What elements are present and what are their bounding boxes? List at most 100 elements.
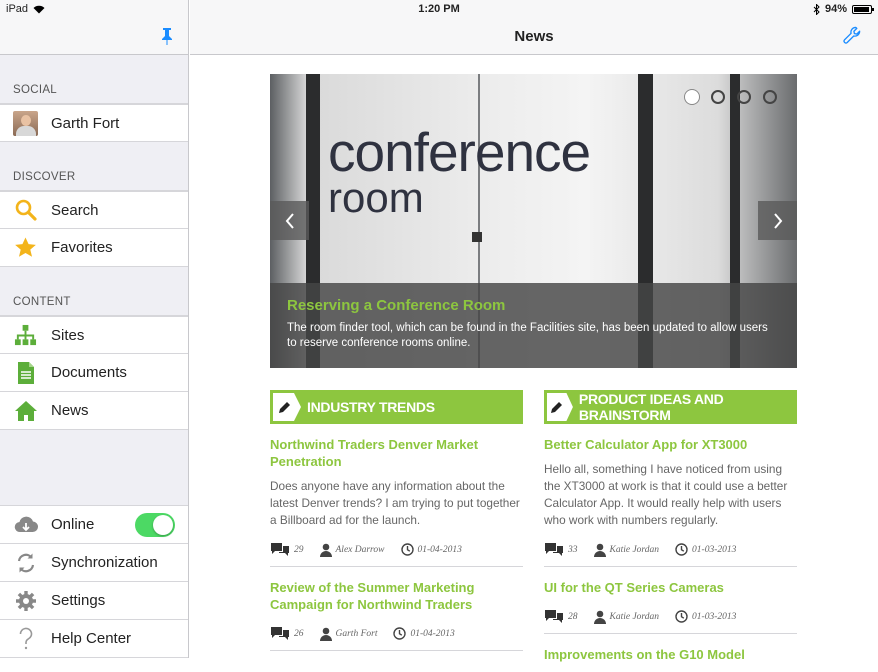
home-icon [13, 398, 38, 423]
sidebar-item-label: Online [51, 516, 95, 533]
sites-icon [13, 323, 38, 348]
user-icon [593, 610, 606, 624]
news-carousel[interactable]: conference room Reserving a Conference R… [270, 74, 797, 368]
article-date: 01-03-2013 [692, 544, 737, 555]
sidebar-item-label: News [51, 402, 89, 419]
pin-icon[interactable] [160, 27, 174, 45]
article-title[interactable]: Review of the Summer Marketing Campaign … [270, 579, 523, 613]
sidebar-item-garth-fort[interactable]: Garth Fort [0, 104, 188, 142]
wrench-icon[interactable] [843, 26, 862, 45]
article-title[interactable]: Northwind Traders Denver Market Penetrat… [270, 436, 523, 470]
column-banner[interactable]: PRODUCT IDEAS AND BRAINSTORM [544, 390, 797, 424]
page-title: News [514, 28, 554, 45]
article-date: 01-04-2013 [417, 544, 462, 555]
carousel-dot[interactable] [685, 90, 699, 104]
door-handle [472, 232, 482, 242]
carousel-dot[interactable] [737, 90, 751, 104]
battery-percent: 94% [824, 3, 847, 15]
article-meta: 33 Katie Jordan 01-03-2013 [544, 542, 797, 557]
article-meta: 29 Alex Darrow 01-04-2013 [270, 542, 523, 557]
comments-icon [545, 543, 563, 556]
document-icon [13, 360, 38, 385]
sidebar-item-label: Synchronization [51, 554, 158, 571]
online-toggle[interactable] [135, 512, 175, 537]
article-author: Katie Jordan [609, 611, 660, 622]
column-heading: PRODUCT IDEAS AND BRAINSTORM [578, 391, 724, 423]
list-item[interactable]: Northwind Traders Denver Market Penetrat… [270, 424, 523, 567]
article-title[interactable]: Improvements on the G10 Model [544, 646, 797, 663]
sidebar-item-label: Favorites [51, 239, 113, 256]
sidebar-item-label: Search [51, 201, 99, 219]
column-banner[interactable]: INDUSTRY TRENDS [270, 390, 523, 424]
clock-icon [400, 543, 414, 556]
sidebar-item-documents[interactable]: Documents [0, 354, 188, 392]
pencil-icon [273, 393, 301, 421]
user-icon [593, 543, 606, 557]
article-title[interactable]: UI for the QT Series Cameras [544, 579, 797, 596]
carousel-dot[interactable] [763, 90, 777, 104]
carousel-caption[interactable]: Reserving a Conference Room The room fin… [270, 283, 797, 368]
carousel-dot[interactable] [711, 90, 725, 104]
search-icon [13, 198, 38, 223]
sidebar-item-online[interactable]: Online [0, 506, 188, 544]
chevron-right-icon [773, 212, 782, 229]
cloud-icon [13, 512, 38, 537]
sidebar-item-label: Help Center [51, 630, 132, 647]
carousel-prev-button[interactable] [270, 201, 309, 240]
wifi-icon [33, 5, 45, 13]
article-meta: 28 Katie Jordan 01-03-2013 [544, 609, 797, 624]
gear-icon [13, 588, 38, 613]
section-label-discover: DISCOVER [13, 171, 76, 183]
sync-icon [13, 550, 38, 575]
carousel-sign-text: room [328, 174, 424, 221]
avatar [13, 110, 38, 136]
sidebar-item-label: Garth Fort [51, 114, 120, 132]
sidebar-item-sites[interactable]: Sites [0, 316, 188, 354]
clock-icon [393, 627, 407, 640]
battery-icon [852, 4, 874, 14]
question-icon [13, 626, 38, 651]
list-item[interactable]: UI for the QT Series Cameras 28 Katie Jo… [544, 567, 797, 634]
comment-count: 29 [294, 544, 304, 555]
sidebar-item-settings[interactable]: Settings [0, 582, 188, 620]
sidebar-item-help-center[interactable]: Help Center [0, 620, 188, 658]
comments-icon [271, 543, 289, 556]
carousel-dots [685, 90, 777, 104]
comment-count: 33 [568, 544, 578, 555]
sidebar-item-favorites[interactable]: Favorites [0, 229, 188, 267]
article-body: Does anyone have any information about t… [270, 479, 520, 527]
sidebar-item-label: Sites [51, 326, 85, 344]
comment-count: 28 [568, 611, 578, 622]
list-item[interactable]: Better Calculator App for XT3000 Hello a… [544, 424, 797, 567]
article-body: Hello all, something I have noticed from… [544, 462, 788, 527]
article-date: 01-03-2013 [692, 611, 737, 622]
pencil-icon [547, 393, 573, 421]
article-author: Alex Darrow [335, 544, 385, 555]
carousel-next-button[interactable] [758, 201, 797, 240]
article-date: 01-04-2013 [410, 628, 455, 639]
user-icon [319, 543, 332, 557]
star-icon [13, 235, 38, 260]
sidebar-item-search[interactable]: Search [0, 191, 188, 229]
sidebar-item-label: Settings [51, 592, 106, 609]
sidebar-bottom-group: Online Synchronization Settings Help Cen… [0, 505, 188, 658]
device-label: iPad [6, 3, 29, 15]
list-item[interactable]: Review of the Summer Marketing Campaign … [270, 567, 523, 651]
sidebar-item-label: Documents [51, 364, 127, 381]
comments-icon [271, 627, 289, 640]
status-time: 1:20 PM [418, 3, 460, 15]
sidebar-item-synchronization[interactable]: Synchronization [0, 544, 188, 582]
sidebar-item-news[interactable]: News [0, 392, 188, 430]
sidebar: SOCIAL Garth Fort DISCOVER Search Favori… [0, 0, 189, 658]
column-heading: INDUSTRY TRENDS [307, 399, 435, 415]
comment-count: 26 [294, 628, 304, 639]
user-icon [319, 627, 332, 641]
list-item[interactable]: Improvements on the G10 Model [544, 634, 797, 672]
bluetooth-icon [813, 3, 820, 15]
carousel-caption-title[interactable]: Reserving a Conference Room [287, 297, 780, 314]
carousel-caption-text: The room finder tool, which can be found… [287, 322, 768, 349]
news-column-product-ideas: PRODUCT IDEAS AND BRAINSTORM Better Calc… [544, 390, 797, 672]
section-label-content: CONTENT [13, 296, 71, 308]
comments-icon [545, 610, 563, 623]
article-title[interactable]: Better Calculator App for XT3000 [544, 436, 797, 453]
